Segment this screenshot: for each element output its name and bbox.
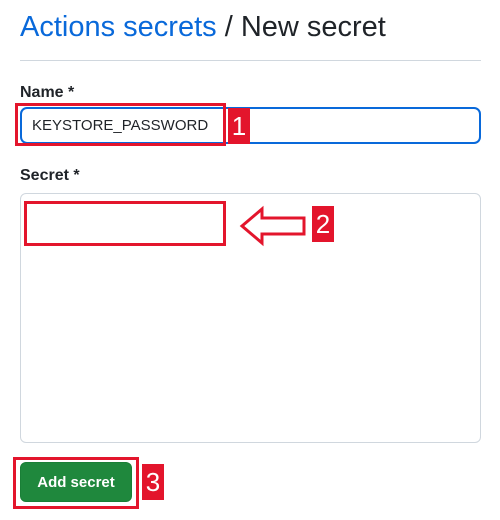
breadcrumb-link-actions-secrets[interactable]: Actions secrets bbox=[20, 11, 217, 43]
page-header: Actions secrets / New secret bbox=[20, 8, 481, 61]
name-input[interactable] bbox=[20, 107, 481, 144]
page-title: Actions secrets / New secret bbox=[20, 8, 481, 46]
left-arrow-icon bbox=[239, 205, 306, 247]
step-badge-2: 2 bbox=[312, 206, 334, 242]
breadcrumb-current-page: New secret bbox=[240, 11, 386, 43]
step-badge-1: 1 bbox=[228, 108, 250, 144]
breadcrumb-separator: / bbox=[216, 11, 241, 43]
secret-label: Secret * bbox=[20, 167, 80, 184]
add-secret-button[interactable]: Add secret bbox=[20, 462, 132, 502]
name-label: Name * bbox=[20, 84, 75, 101]
step-badge-3: 3 bbox=[142, 464, 164, 500]
